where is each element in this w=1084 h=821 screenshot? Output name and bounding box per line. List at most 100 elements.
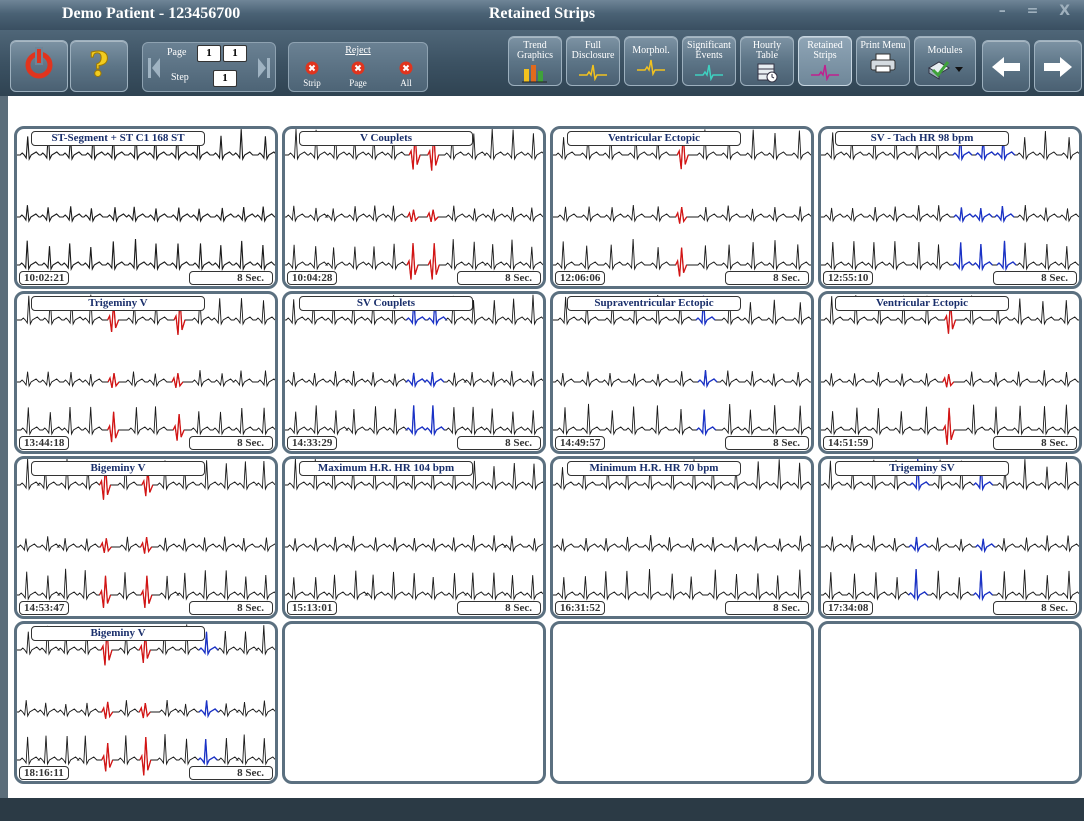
strip-panel[interactable]: Trigeminy V 13:44:18 8 Sec.: [14, 291, 278, 454]
reject-icon: [305, 61, 319, 75]
strip-panel[interactable]: ST-Segment + ST C1 168 ST 10:02:21 8 Sec.: [14, 126, 278, 289]
ectopic-beat: [696, 409, 717, 437]
ectopic-beat: [107, 411, 120, 443]
bar-chart-icon: [522, 65, 547, 83]
ecg-trace: [17, 624, 275, 776]
window-controls[interactable]: – = X: [999, 3, 1078, 19]
printer-icon: [870, 53, 896, 73]
strip-label: Bigeminy V: [31, 626, 205, 641]
strip-label: ST-Segment + ST C1 168 ST: [31, 131, 205, 146]
reject-strip-button[interactable]: Strip: [297, 61, 327, 88]
ecg-wave-icon: [811, 64, 839, 81]
strip-panel[interactable]: Maximum H.R. HR 104 bpm 15:13:01 8 Sec.: [282, 456, 546, 619]
strip-panel[interactable]: SV Couplets 14:33:29 8 Sec.: [282, 291, 546, 454]
empty-strip-slot[interactable]: [282, 621, 546, 784]
ectopic-beat: [406, 243, 419, 280]
arrow-right-icon: [1044, 57, 1072, 77]
reject-all-button[interactable]: All: [391, 61, 421, 88]
back-button[interactable]: [982, 40, 1030, 92]
ecg-lead-trace: [553, 403, 811, 436]
strip-grid: ST-Segment + ST C1 168 ST 10:02:21 8 Sec. V…: [14, 126, 1084, 794]
strip-panel[interactable]: Ventricular Ectopic 12:06:06 8 Sec.: [550, 126, 814, 289]
strip-time: 12:55:10: [823, 271, 874, 285]
ecg-lead-trace: [17, 238, 275, 272]
empty-strip-slot[interactable]: [550, 621, 814, 784]
strip-panel[interactable]: Supraventricular Ectopic 14:49:57 8 Sec.: [550, 291, 814, 454]
strip-time: 14:49:57: [555, 436, 606, 450]
ectopic-beat: [406, 209, 419, 223]
empty-strip-slot[interactable]: [818, 621, 1082, 784]
modules-button[interactable]: Modules: [914, 36, 976, 86]
reject-group: Reject Strip Page All: [288, 42, 428, 92]
strip-panel[interactable]: Ventricular Ectopic 14:51:59 8 Sec.: [818, 291, 1082, 454]
strip-duration: 8 Sec.: [725, 601, 809, 615]
ectopic-beat: [138, 703, 151, 719]
strip-panel[interactable]: Bigeminy V 14:53:47 8 Sec.: [14, 456, 278, 619]
strip-label: SV Couplets: [299, 296, 473, 311]
ecg-trace: [553, 294, 811, 437]
page-current[interactable]: 1: [197, 45, 221, 62]
ectopic-beat: [101, 743, 114, 772]
strip-panel[interactable]: SV - Tach HR 98 bpm 12:55:10 8 Sec.: [818, 126, 1082, 289]
strip-time: 10:04:28: [287, 271, 338, 285]
strip-panel[interactable]: Minimum H.R. HR 70 bpm 16:31:52 8 Sec.: [550, 456, 814, 619]
strip-duration: 8 Sec.: [725, 271, 809, 285]
trend-graphics-button[interactable]: Trend Graphics: [508, 36, 562, 86]
ectopic-beat: [953, 207, 974, 224]
print-menu-button[interactable]: Print Menu: [856, 36, 910, 86]
significant-events-button[interactable]: Significant Events: [682, 36, 736, 86]
forward-button[interactable]: [1034, 40, 1082, 92]
ecg-trace: [17, 129, 275, 272]
ectopic-beat: [942, 407, 955, 445]
ectopic-beat: [942, 374, 955, 388]
retained-strips-button[interactable]: Retained Strips: [798, 36, 852, 86]
strip-duration: 8 Sec.: [189, 766, 273, 780]
ecg-trace: [17, 459, 275, 608]
ecg-trace: [285, 129, 543, 280]
status-bar: [0, 798, 1084, 821]
strip-panel[interactable]: Bigeminy V 18:16:11 8 Sec.: [14, 621, 278, 784]
page-navigator: Page 11 Step 1: [142, 42, 276, 92]
toolbar: ? Page 11 Step 1 Reject Strip Page All T…: [0, 30, 1084, 96]
ectopic-beat: [99, 538, 112, 553]
strip-label: Maximum H.R. HR 104 bpm: [299, 461, 473, 476]
question-icon: ?: [89, 45, 110, 84]
reject-icon: [399, 61, 413, 75]
strip-time: 13:44:18: [19, 436, 70, 450]
strip-time: 12:06:06: [555, 271, 606, 285]
ecg-lead-trace: [285, 570, 543, 601]
left-border: [0, 96, 8, 798]
ecg-trace: [285, 459, 543, 601]
page-field[interactable]: 11: [197, 45, 247, 62]
ectopic-beat: [171, 373, 184, 388]
strip-duration: 8 Sec.: [189, 601, 273, 615]
strip-label: Minimum H.R. HR 70 bpm: [567, 461, 741, 476]
strip-duration: 8 Sec.: [189, 271, 273, 285]
strip-panel[interactable]: Trigeminy SV 17:34:08 8 Sec.: [818, 456, 1082, 619]
power-button[interactable]: [10, 40, 68, 92]
reject-page-button[interactable]: Page: [343, 61, 373, 88]
ectopic-beat: [972, 208, 993, 224]
ectopic-beat: [675, 247, 688, 277]
first-page-icon[interactable]: [147, 55, 161, 81]
strip-panel[interactable]: V Couplets 10:04:28 8 Sec.: [282, 126, 546, 289]
strip-duration: 8 Sec.: [457, 436, 541, 450]
strip-time: 14:51:59: [823, 436, 874, 450]
ecg-trace: [821, 459, 1079, 602]
reject-strip-label: Strip: [303, 78, 321, 88]
strip-duration: 8 Sec.: [725, 436, 809, 450]
morphology-label: Morphol.: [632, 45, 670, 56]
ectopic-beat: [140, 537, 153, 554]
last-page-icon[interactable]: [257, 55, 271, 81]
title-bar: Demo Patient - 123456700 Retained Strips…: [0, 0, 1084, 30]
ecg-lead-trace: [17, 370, 275, 388]
step-field[interactable]: 1: [213, 70, 237, 87]
ectopic-beat: [427, 243, 440, 280]
full-disclosure-button[interactable]: Full Disclosure: [566, 36, 620, 86]
ecg-lead-trace: [821, 569, 1079, 601]
hourly-table-button[interactable]: Hourly Table: [740, 36, 794, 86]
ectopic-beat: [972, 243, 993, 272]
help-button[interactable]: ?: [70, 40, 128, 92]
ectopic-beat: [973, 570, 993, 602]
morphology-button[interactable]: Morphol.: [624, 36, 678, 86]
